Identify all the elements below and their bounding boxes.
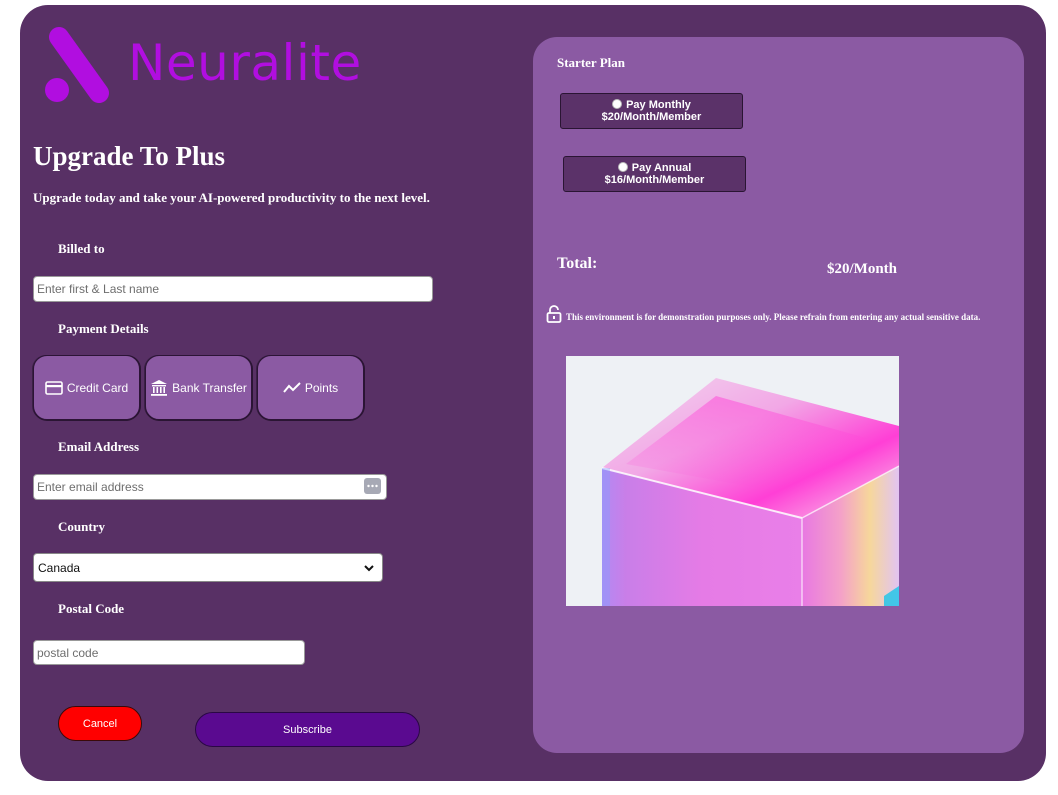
option-name: Pay Monthly bbox=[626, 99, 691, 111]
brand-name: Neuralite bbox=[128, 34, 362, 92]
credit-card-label: Credit Card bbox=[66, 380, 129, 395]
pay-annual-option[interactable]: Pay Annual $16/Month/Member bbox=[563, 156, 746, 192]
plan-title: Starter Plan bbox=[557, 55, 625, 70]
bank-transfer-button[interactable]: Bank Transfer bbox=[145, 355, 252, 420]
pay-monthly-option[interactable]: Pay Monthly $20/Month/Member bbox=[560, 93, 743, 129]
dots-icon bbox=[367, 484, 378, 488]
country-label: Country bbox=[58, 519, 105, 534]
bank-transfer-label: Bank Transfer bbox=[172, 380, 247, 395]
country-select[interactable]: Canada bbox=[33, 553, 383, 582]
radio-icon[interactable] bbox=[617, 162, 628, 172]
postal-code-label: Postal Code bbox=[58, 601, 125, 616]
trend-icon bbox=[283, 381, 301, 393]
email-label: Email Address bbox=[58, 439, 140, 454]
postal-code-input[interactable] bbox=[33, 640, 305, 665]
cancel-button[interactable]: Cancel bbox=[58, 706, 142, 741]
option-price: $20/Month/Member bbox=[601, 111, 702, 123]
subscribe-button[interactable]: Subscribe bbox=[195, 712, 420, 747]
option-name: Pay Annual bbox=[631, 162, 692, 174]
country-value: Canada bbox=[38, 560, 81, 575]
lock-icon bbox=[546, 305, 562, 323]
glass-cube-image bbox=[566, 356, 899, 606]
page-title: Upgrade To Plus bbox=[33, 141, 226, 171]
radio-icon[interactable] bbox=[612, 99, 623, 109]
chevron-down-icon bbox=[364, 565, 374, 572]
points-label: Points bbox=[304, 380, 339, 395]
points-button[interactable]: Points bbox=[257, 355, 364, 420]
credit-card-icon bbox=[45, 380, 63, 395]
name-input[interactable] bbox=[33, 276, 433, 302]
bank-icon bbox=[151, 379, 168, 396]
demo-notice: This environment is for demonstration pu… bbox=[566, 312, 981, 322]
page-subtitle: Upgrade today and take your AI-powered p… bbox=[33, 190, 430, 205]
billed-to-label: Billed to bbox=[58, 241, 105, 256]
autofill-key-icon[interactable] bbox=[364, 478, 381, 494]
total-label: Total: bbox=[557, 255, 598, 272]
total-value: $20/Month bbox=[827, 261, 898, 277]
option-price: $16/Month/Member bbox=[604, 174, 705, 186]
email-input[interactable] bbox=[33, 474, 387, 500]
credit-card-button[interactable]: Credit Card bbox=[33, 355, 140, 420]
payment-details-label: Payment Details bbox=[58, 321, 149, 336]
neuralite-logo-icon bbox=[45, 27, 109, 103]
